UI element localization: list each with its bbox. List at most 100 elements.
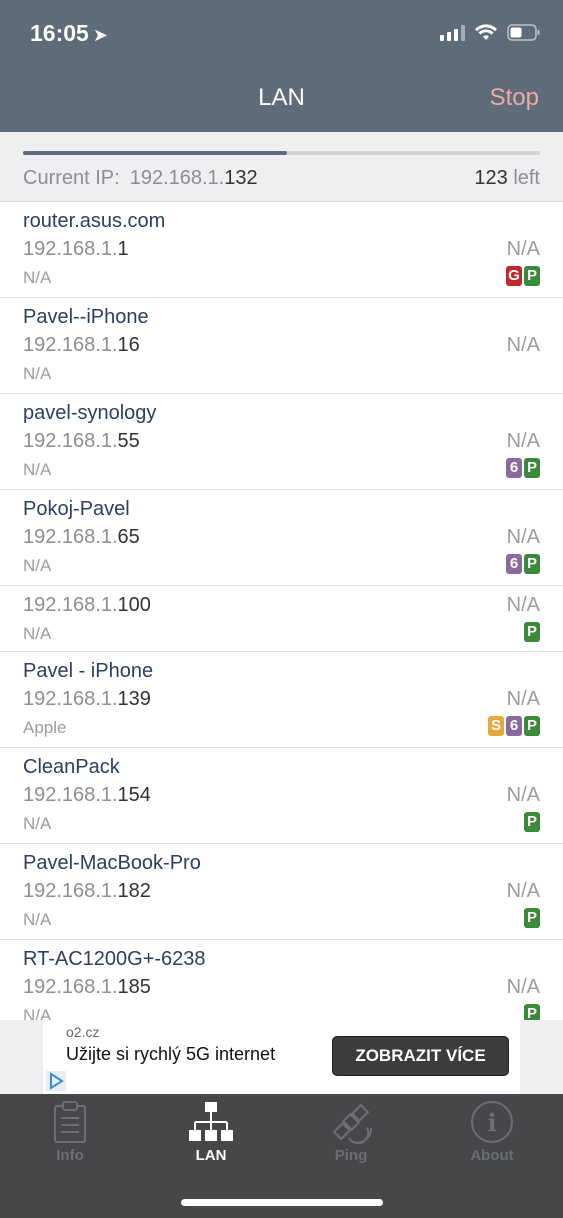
device-ip-last: 154 xyxy=(117,784,151,806)
device-vendor: N/A xyxy=(23,814,52,833)
device-badges: 6P xyxy=(506,458,540,478)
remaining-number: 123 xyxy=(474,167,508,189)
device-ip-last: 1 xyxy=(117,238,129,260)
battery-icon xyxy=(507,24,541,41)
device-ip-last: 16 xyxy=(117,334,140,356)
device-status: N/A xyxy=(506,688,540,710)
device-ip-base: 192.168.1. xyxy=(23,334,118,356)
badge-6: 6 xyxy=(506,554,522,574)
tab-about[interactable]: i About xyxy=(422,1094,562,1174)
ad-domain: o2.cz xyxy=(66,1024,100,1040)
device-ip-last: 139 xyxy=(117,688,151,710)
location-arrow-icon: ➤ xyxy=(92,25,108,45)
device-name: RT-AC1200G+-6238 xyxy=(23,948,206,970)
tab-lan-label: LAN xyxy=(195,1147,227,1164)
badge-p: P xyxy=(524,812,540,832)
remaining-count: 123 left xyxy=(474,167,540,190)
device-ip-base: 192.168.1. xyxy=(23,238,118,260)
device-name: Pavel-MacBook-Pro xyxy=(23,852,201,874)
tab-ping[interactable]: Ping xyxy=(281,1094,421,1174)
device-row[interactable]: Pavel-MacBook-Pro 192.168.1.182 N/A N/A P xyxy=(0,844,563,940)
tab-about-label: About xyxy=(470,1147,514,1164)
home-indicator[interactable] xyxy=(181,1199,383,1206)
device-ip: 192.168.1.139 xyxy=(23,688,151,711)
device-row[interactable]: Pavel - iPhone 192.168.1.139 Apple N/A S 6 P xyxy=(0,652,563,748)
device-vendor: N/A xyxy=(23,624,52,643)
device-row[interactable]: router.asus.com 192.168.1.1 N/A N/A G P xyxy=(0,202,563,298)
device-vendor: N/A xyxy=(23,460,52,479)
device-name: router.asus.com xyxy=(23,210,166,232)
device-list: router.asus.com 192.168.1.1 N/A N/A G P Pavel-… xyxy=(0,202,563,1020)
device-ip-last: 65 xyxy=(117,526,140,548)
device-ip-last: 55 xyxy=(117,430,140,452)
badge-s: S xyxy=(488,716,504,736)
device-status: N/A xyxy=(506,784,540,806)
current-ip-label: Current IP: xyxy=(23,167,120,189)
device-ip-base: 192.168.1. xyxy=(23,594,118,616)
device-row[interactable]: CleanPack 192.168.1.154 N/A N/A P xyxy=(0,748,563,844)
status-icons xyxy=(440,24,541,41)
device-vendor: Apple xyxy=(23,718,67,737)
device-ip-base: 192.168.1. xyxy=(23,976,118,998)
badge-p: P xyxy=(524,908,540,928)
device-ip-last: 100 xyxy=(117,594,151,616)
device-ip-base: 192.168.1. xyxy=(23,430,118,452)
device-badges: P xyxy=(524,622,540,642)
badge-p: P xyxy=(524,1004,540,1020)
device-name: Pokoj-Pavel xyxy=(23,498,130,520)
device-name: pavel-synology xyxy=(23,402,157,424)
tab-lan[interactable]: LAN xyxy=(141,1094,281,1174)
device-ip: 192.168.1.1 xyxy=(23,238,129,261)
scan-progress-fill xyxy=(23,151,287,155)
page-title: LAN xyxy=(258,84,305,111)
ad-choices-icon[interactable] xyxy=(46,1071,66,1091)
device-row[interactable]: pavel-synology 192.168.1.55 N/A N/A 6 P xyxy=(0,394,563,490)
device-ip-base: 192.168.1. xyxy=(23,784,118,806)
badge-p: P xyxy=(524,458,540,478)
ad-text: Užijte si rychlý 5G internet xyxy=(66,1044,276,1064)
badge-g: G xyxy=(506,266,522,286)
device-status: N/A xyxy=(506,880,540,902)
stop-button[interactable]: Stop xyxy=(490,84,539,112)
network-icon xyxy=(189,1100,233,1149)
device-row[interactable]: RT-AC1200G+-6238 192.168.1.185 N/A N/A P xyxy=(0,940,563,1020)
current-ip-last: 132 xyxy=(224,167,258,189)
info-circle-icon: i xyxy=(470,1100,514,1149)
device-status: N/A xyxy=(506,976,540,998)
device-ip: 192.168.1.16 xyxy=(23,334,140,357)
wifi-icon xyxy=(475,24,497,41)
device-ip: 192.168.1.154 xyxy=(23,784,151,807)
ad-banner-area: o2.cz Užijte si rychlý 5G internet ZOBRA… xyxy=(0,1020,563,1094)
device-ip: 192.168.1.185 xyxy=(23,976,151,999)
device-ip: 192.168.1.100 xyxy=(23,594,151,617)
device-ip: 192.168.1.55 xyxy=(23,430,140,453)
current-ip: Current IP: 192.168.1.132 xyxy=(23,167,258,190)
device-name: CleanPack xyxy=(23,756,120,778)
device-status: N/A xyxy=(506,334,540,356)
device-vendor: N/A xyxy=(23,364,52,383)
scan-progress-bar xyxy=(23,151,540,155)
badge-6: 6 xyxy=(506,716,522,736)
tab-ping-label: Ping xyxy=(334,1147,368,1164)
device-vendor: N/A xyxy=(23,556,52,575)
tab-info[interactable]: Info xyxy=(0,1094,140,1174)
device-ip-base: 192.168.1. xyxy=(23,526,118,548)
device-vendor: N/A xyxy=(23,268,52,287)
device-badges: P xyxy=(524,1004,540,1020)
device-row[interactable]: Pokoj-Pavel 192.168.1.65 N/A N/A 6 P xyxy=(0,490,563,586)
current-ip-base: 192.168.1. xyxy=(129,167,225,189)
device-row[interactable]: 192.168.1.100 N/A N/A P xyxy=(0,586,563,652)
device-ip-base: 192.168.1. xyxy=(23,880,118,902)
ad-cta-button[interactable]: ZOBRAZIT VÍCE xyxy=(332,1036,509,1076)
device-ip: 192.168.1.182 xyxy=(23,880,151,903)
tab-info-label: Info xyxy=(56,1147,84,1164)
device-name: Pavel--iPhone xyxy=(23,306,149,328)
device-ip-last: 182 xyxy=(117,880,151,902)
device-badges: P xyxy=(524,908,540,928)
device-ip-base: 192.168.1. xyxy=(23,688,118,710)
status-time: 16:05 ➤ xyxy=(30,20,108,46)
device-status: N/A xyxy=(506,526,540,548)
badge-p: P xyxy=(524,622,540,642)
ad-banner[interactable]: o2.cz Užijte si rychlý 5G internet ZOBRA… xyxy=(43,1020,520,1094)
device-row[interactable]: Pavel--iPhone 192.168.1.16 N/A N/A xyxy=(0,298,563,394)
